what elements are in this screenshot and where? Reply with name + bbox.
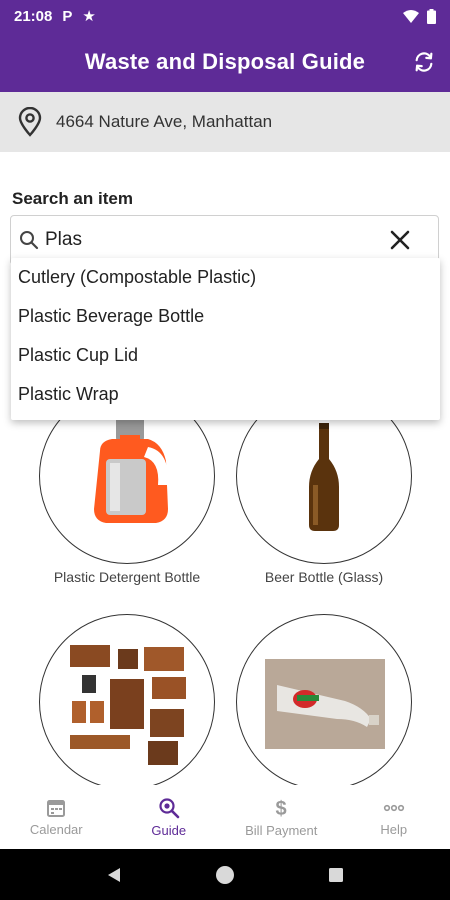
star-icon: ★ [82, 8, 96, 25]
search-label: Search an item [12, 189, 133, 208]
home-icon[interactable] [214, 864, 236, 886]
address-bar[interactable]: 4664 Nature Ave, Manhattan [0, 92, 450, 152]
close-icon [390, 230, 410, 250]
item-card-furniture[interactable] [39, 614, 215, 790]
nav-label-guide: Guide [151, 822, 187, 838]
back-icon[interactable] [105, 866, 123, 884]
search-input[interactable] [45, 229, 375, 251]
suggestions-dropdown: Cutlery (Compostable Plastic) Plastic Be… [11, 258, 440, 420]
more-icon [383, 804, 404, 811]
plastic-bottle-image [265, 659, 385, 749]
status-time: 21:08 [14, 7, 53, 25]
address-text: 4664 Nature Ave, Manhattan [56, 112, 273, 131]
app-bar: Waste and Disposal Guide [0, 32, 450, 92]
bottom-navigation: Calendar Guide $ Bill Payment Help [0, 785, 450, 849]
nav-label-bill-payment: Bill Payment [245, 822, 318, 838]
parking-icon: P [62, 7, 73, 25]
dollar-icon: $ [276, 798, 287, 819]
item-card-plastic-bottle[interactable] [236, 614, 412, 790]
calendar-icon [47, 799, 66, 817]
refresh-icon [415, 52, 433, 72]
nav-label-calendar: Calendar [29, 821, 83, 837]
svg-text:$: $ [276, 798, 287, 819]
search-guide-icon [159, 797, 180, 818]
furniture-image [70, 645, 186, 765]
suggestion-item[interactable]: Plastic Beverage Bottle [11, 297, 440, 336]
location-pin-icon [18, 107, 42, 137]
recents-icon[interactable] [327, 866, 345, 884]
suggestion-item[interactable]: Plastic Cup Lid [11, 336, 440, 375]
nav-item-calendar[interactable]: Calendar [0, 785, 113, 849]
refresh-button[interactable] [410, 48, 438, 76]
item-caption: Beer Bottle (Glass) [264, 569, 384, 585]
nav-item-bill-payment[interactable]: $ Bill Payment [225, 785, 338, 849]
item-caption: Plastic Detergent Bottle [53, 569, 201, 585]
status-bar: 21:08 P ★ [0, 0, 450, 32]
system-navigation-bar [0, 849, 450, 900]
clear-search-button[interactable] [386, 226, 414, 254]
battery-icon [427, 8, 436, 24]
nav-label-help: Help [380, 821, 408, 837]
nav-item-help[interactable]: Help [338, 785, 450, 849]
suggestion-item[interactable]: Cutlery (Compostable Plastic) [11, 258, 440, 297]
nav-item-guide[interactable]: Guide [113, 785, 226, 849]
page-title: Waste and Disposal Guide [84, 49, 366, 74]
wifi-icon [403, 9, 419, 23]
suggestion-item[interactable]: Plastic Wrap [11, 375, 440, 414]
search-icon [20, 231, 39, 250]
